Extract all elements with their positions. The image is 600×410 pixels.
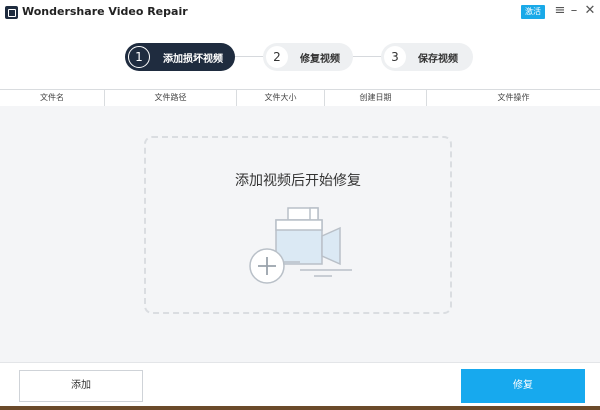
step-connector xyxy=(350,56,382,57)
add-button[interactable]: 添加 xyxy=(19,370,143,402)
column-file-path[interactable]: 文件路径 xyxy=(105,90,237,106)
step-label: 添加损坏视频 xyxy=(163,54,223,65)
step-bar: 1 添加损坏视频 2 修复视频 3 保存视频 xyxy=(0,30,600,86)
step-label: 保存视频 xyxy=(418,54,458,65)
file-list-area: 添加视频后开始修复 xyxy=(0,106,600,362)
desktop-background-strip xyxy=(0,406,600,410)
app-window: Wondershare Video Repair 激活 ≡ – ✕ 1 添加损坏… xyxy=(0,0,600,410)
app-title: Wondershare Video Repair xyxy=(22,5,188,18)
dropzone-title: 添加视频后开始修复 xyxy=(235,173,361,189)
app-logo-icon xyxy=(5,6,18,19)
minimize-icon[interactable]: – xyxy=(567,3,581,19)
step-number: 2 xyxy=(266,46,288,68)
add-video-icon[interactable] xyxy=(244,206,354,296)
step-number: 1 xyxy=(128,46,150,68)
step-number: 3 xyxy=(384,46,406,68)
column-created-date[interactable]: 创建日期 xyxy=(325,90,427,106)
column-file-size[interactable]: 文件大小 xyxy=(237,90,325,106)
footer-bar: 添加 修复 xyxy=(0,362,600,409)
step-add-damaged-video: 1 添加损坏视频 xyxy=(125,43,235,71)
add-video-dropzone[interactable]: 添加视频后开始修复 xyxy=(144,136,452,314)
step-label: 修复视频 xyxy=(300,54,340,65)
file-table-header: 文件名 文件路径 文件大小 创建日期 文件操作 xyxy=(0,89,600,107)
title-bar: Wondershare Video Repair 激活 ≡ – ✕ xyxy=(0,0,600,26)
step-save-video: 3 保存视频 xyxy=(381,43,473,71)
repair-button[interactable]: 修复 xyxy=(461,369,585,403)
step-repair-video: 2 修复视频 xyxy=(263,43,353,71)
column-file-name[interactable]: 文件名 xyxy=(0,90,105,106)
step-connector xyxy=(232,56,264,57)
close-icon[interactable]: ✕ xyxy=(583,3,597,19)
column-file-actions[interactable]: 文件操作 xyxy=(427,90,600,106)
activate-button[interactable]: 激活 xyxy=(521,5,545,19)
menu-icon[interactable]: ≡ xyxy=(553,3,567,19)
